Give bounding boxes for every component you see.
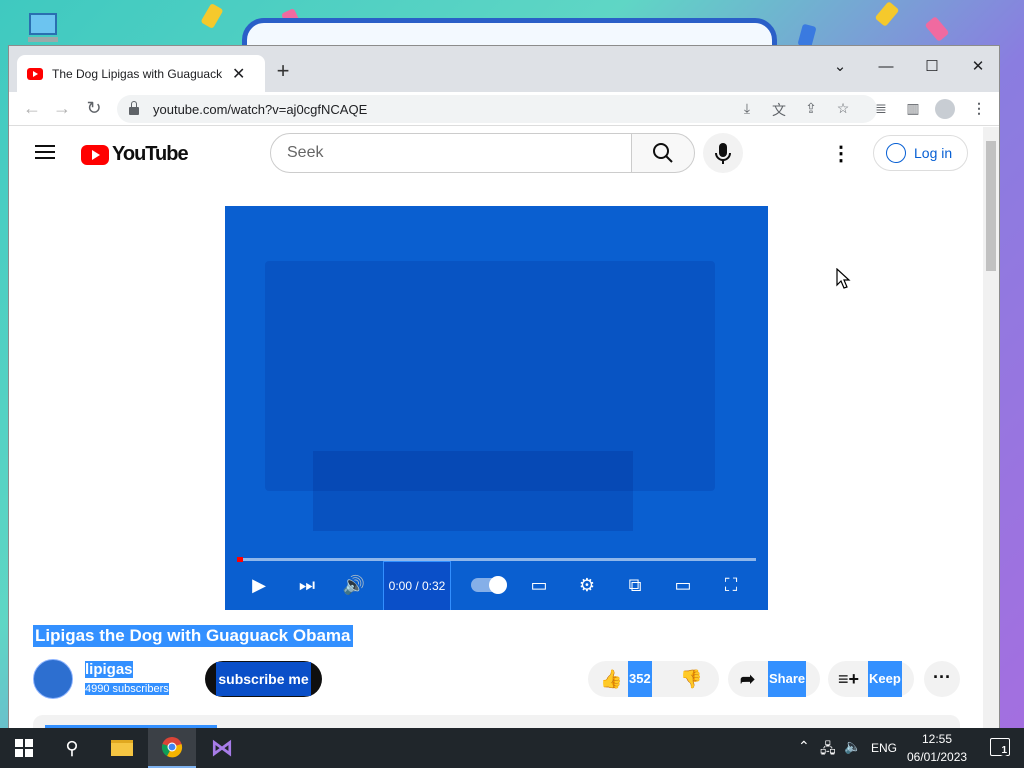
new-tab-button[interactable]: + (269, 58, 297, 84)
start-button[interactable] (0, 728, 48, 768)
language-indicator[interactable]: ENG (871, 741, 897, 755)
settings-gear-icon[interactable]: ⚙ (573, 575, 601, 596)
theater-mode-icon[interactable]: ▭ (669, 575, 697, 596)
url-field[interactable]: youtube.com/watch?v=aj0cgfNCAQE (117, 95, 877, 123)
play-icon[interactable]: ▶ (245, 575, 273, 596)
close-window-button[interactable]: ✕ (955, 52, 999, 82)
video-title: Lipigas the Dog with Guaguack Obama (33, 625, 353, 647)
video-player[interactable]: ▶ ⏭ 🔊 0:00 / 0:32 ▭ ⚙ ⧉ ▭ ⛶ (225, 206, 768, 610)
autoplay-toggle[interactable] (471, 576, 507, 594)
subscriber-count: 4990 subscribers (85, 683, 169, 695)
voice-search-button[interactable] (703, 133, 743, 173)
media-control-icon[interactable]: ≣ (871, 100, 891, 118)
more-actions-button[interactable]: ··· (924, 661, 960, 697)
browser-menu-icon[interactable]: ⋮ (969, 100, 989, 118)
like-dislike-group: 👍 352 👎 (588, 661, 719, 697)
progress-scrubber[interactable] (237, 557, 243, 562)
login-label: Log in (914, 145, 953, 161)
menu-hamburger-icon[interactable] (35, 145, 55, 159)
progress-bar[interactable] (237, 557, 756, 562)
bookmark-star-icon[interactable]: ☆ (833, 100, 853, 118)
share-page-icon[interactable]: ⇪ (801, 100, 821, 118)
channel-avatar[interactable] (33, 659, 73, 699)
profile-icon[interactable] (935, 99, 955, 119)
minimize-button[interactable]: — (863, 52, 909, 82)
scrollbar-thumb[interactable] (986, 141, 996, 271)
taskbar-search-icon[interactable]: ⚲ (48, 728, 96, 768)
like-count[interactable]: 352 (628, 661, 652, 697)
share-icon: ➦ (740, 669, 756, 689)
subtitles-icon[interactable]: ▭ (525, 575, 553, 596)
translate-icon[interactable]: 文 (769, 100, 789, 118)
search-button[interactable] (631, 133, 695, 173)
clock-date[interactable]: 06/01/2023 (907, 750, 967, 764)
clock-time[interactable]: 12:55 (922, 732, 952, 746)
back-icon[interactable]: ← (21, 98, 43, 119)
next-icon[interactable]: ⏭ (293, 575, 321, 596)
youtube-favicon-icon (27, 67, 43, 80)
channel-name[interactable]: lipigas (85, 661, 133, 678)
youtube-logo-text: YouTube (112, 143, 189, 165)
share-label: Share (768, 661, 807, 697)
search-icon (653, 143, 673, 163)
save-button[interactable]: ≡+ Keep (828, 661, 914, 697)
computer-desktop-icon[interactable] (26, 12, 60, 46)
tab-search-button[interactable]: ⌄ (817, 52, 863, 82)
visual-studio-icon[interactable]: ⋈ (198, 728, 246, 768)
url-text: youtube.com/watch?v=aj0cgfNCAQE (153, 101, 368, 117)
tab-strip: The Dog Lipigas with Guaguack O ✕ + ⌄ — … (9, 46, 999, 92)
subscribe-label: subscribe me (216, 662, 311, 696)
youtube-page: YouTube Seek ⋮ Log in ▶ ⏭ 🔊 0:00 / 0:32 … (9, 127, 984, 729)
file-explorer-icon[interactable] (98, 728, 146, 768)
notification-count: 1 (999, 745, 1009, 756)
address-bar-row: ← → ↻ youtube.com/watch?v=aj0cgfNCAQE ⤓ … (9, 92, 999, 126)
volume-icon[interactable]: 🔊 (340, 575, 368, 596)
windows-logo-icon (15, 739, 33, 757)
forward-icon[interactable]: → (51, 98, 73, 119)
fullscreen-icon[interactable]: ⛶ (717, 575, 745, 596)
dislike-icon[interactable]: 👎 (680, 669, 702, 690)
confetti-piece (874, 1, 900, 27)
close-tab-icon[interactable]: ✕ (232, 64, 245, 84)
show-hidden-icons-icon[interactable]: ⌃ (798, 738, 810, 755)
confetti-piece (924, 16, 950, 42)
youtube-play-logo-icon (81, 144, 109, 165)
time-display: 0:00 / 0:32 (383, 561, 451, 610)
browser-window: The Dog Lipigas with Guaguack O ✕ + ⌄ — … (8, 45, 1000, 730)
playlist-add-icon: ≡+ (838, 669, 860, 689)
account-icon (886, 143, 906, 163)
subscribe-button[interactable]: subscribe me (205, 661, 322, 697)
browser-tab[interactable]: The Dog Lipigas with Guaguack O ✕ (17, 55, 265, 92)
install-icon[interactable]: ⤓ (737, 100, 757, 118)
search-input[interactable]: Seek (270, 133, 633, 173)
youtube-logo[interactable]: YouTube (81, 143, 189, 166)
more-icon: ··· (933, 667, 951, 687)
side-panel-icon[interactable]: ▥ (903, 100, 923, 118)
save-label: Keep (868, 661, 902, 697)
reload-icon[interactable]: ↻ (83, 98, 105, 119)
confetti-piece (200, 2, 224, 30)
microphone-icon (715, 143, 731, 164)
miniplayer-icon[interactable]: ⧉ (621, 575, 649, 596)
network-icon[interactable]: 🖧 (820, 738, 836, 762)
notification-center-icon[interactable]: 1 (990, 738, 1010, 756)
like-icon[interactable]: 👍 (600, 669, 622, 690)
share-button[interactable]: ➦ Share (728, 661, 820, 697)
search-placeholder: Seek (287, 144, 324, 161)
page-scrollbar[interactable] (983, 127, 999, 729)
mouse-cursor-icon (836, 268, 851, 289)
chrome-icon (161, 737, 183, 758)
taskbar: ⚲ ⋈ ⌃ 🖧 🔈 ENG 12:55 06/01/2023 1 (0, 728, 1024, 768)
chrome-taskbar-icon[interactable] (148, 728, 196, 768)
lock-icon (129, 101, 139, 115)
tab-title: The Dog Lipigas with Guaguack O (52, 66, 224, 81)
volume-tray-icon[interactable]: 🔈 (844, 738, 861, 755)
maximize-button[interactable]: ☐ (909, 52, 955, 82)
login-button[interactable]: Log in (873, 135, 968, 171)
settings-kebab-icon[interactable]: ⋮ (831, 141, 851, 165)
video-frame-detail (313, 451, 633, 531)
